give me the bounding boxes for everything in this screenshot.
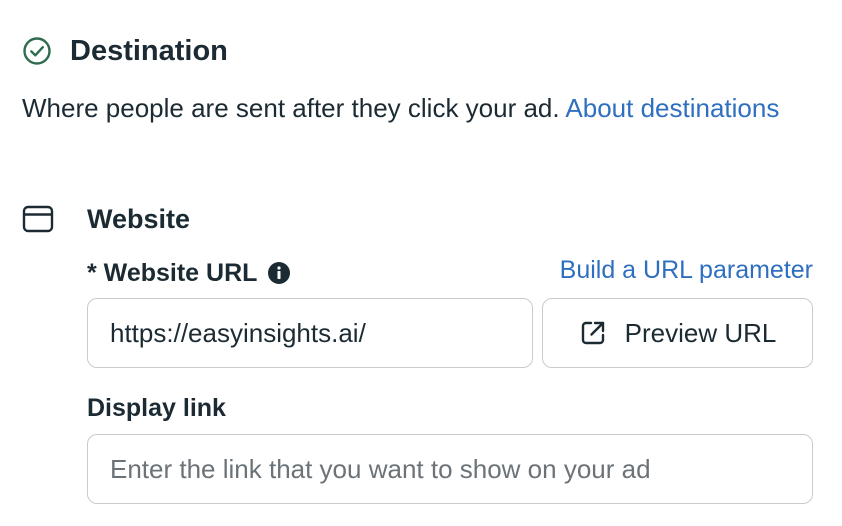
- section-title-destination: Destination: [70, 35, 228, 67]
- display-link-input[interactable]: [87, 434, 813, 504]
- website-url-label-text: * Website URL: [87, 259, 258, 287]
- browser-window-icon: [22, 205, 54, 233]
- about-destinations-link[interactable]: About destinations: [565, 93, 779, 123]
- external-link-icon: [581, 321, 604, 345]
- display-link-label: Display link: [87, 394, 226, 422]
- info-icon[interactable]: [267, 261, 291, 285]
- website-url-input[interactable]: [87, 298, 533, 368]
- check-circle-icon: [23, 37, 51, 65]
- description-text: Where people are sent after they click y…: [22, 93, 560, 123]
- website-title: Website: [87, 204, 191, 234]
- preview-url-label: Preview URL: [624, 317, 777, 348]
- destination-description: Where people are sent after they click y…: [22, 88, 812, 128]
- website-url-label: * Website URL: [87, 254, 291, 292]
- preview-url-button[interactable]: Preview URL: [542, 298, 813, 368]
- build-url-parameter-link[interactable]: Build a URL parameter: [560, 250, 813, 290]
